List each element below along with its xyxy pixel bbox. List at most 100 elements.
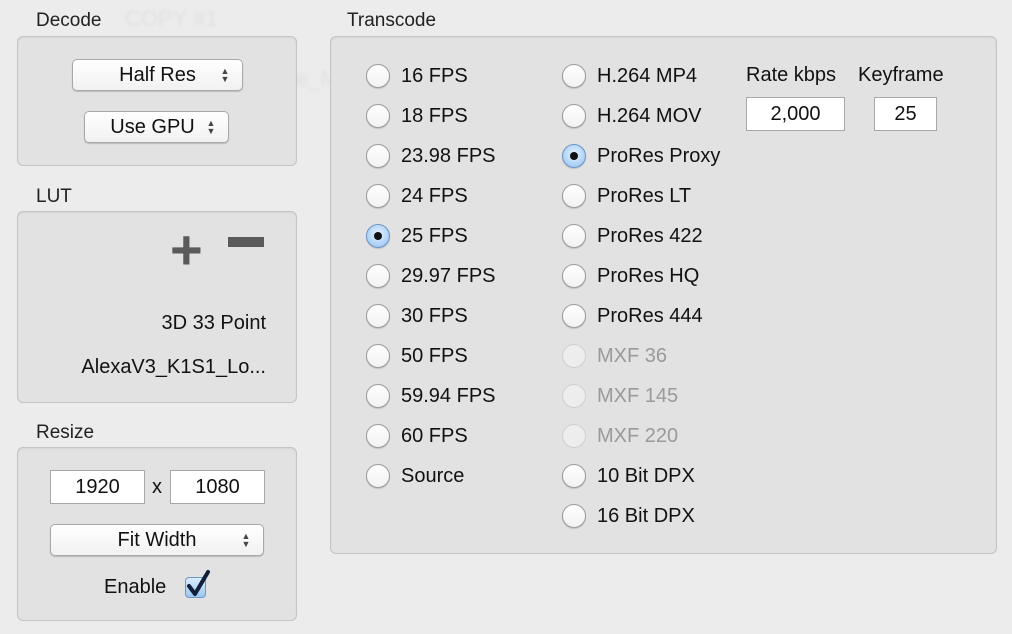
checkmark-icon xyxy=(187,570,210,596)
decode-group: Half Res ▲ ▼ Use GPU ▲ ▼ xyxy=(17,36,297,166)
enable-checkbox[interactable] xyxy=(185,570,210,598)
radio-icon[interactable] xyxy=(562,104,586,128)
radio-icon xyxy=(562,384,586,408)
fit-mode-select[interactable]: Fit Width ▲ ▼ xyxy=(50,524,264,556)
codec-option[interactable]: 10 Bit DPX xyxy=(562,461,695,491)
remove-lut-button[interactable] xyxy=(228,237,264,247)
radio-icon[interactable] xyxy=(366,304,390,328)
codec-option[interactable]: ProRes 444 xyxy=(562,301,703,331)
codec-option[interactable]: ProRes 422 xyxy=(562,221,703,251)
radio-icon[interactable] xyxy=(366,64,390,88)
lut-group: + 3D 33 Point AlexaV3_K1S1_Lo... xyxy=(17,211,297,403)
radio-icon[interactable] xyxy=(366,104,390,128)
radio-icon xyxy=(562,344,586,368)
up-down-arrows-icon: ▲ ▼ xyxy=(220,66,230,84)
frame-rate-option[interactable]: 59.94 FPS xyxy=(366,381,496,411)
codec-label: ProRes HQ xyxy=(597,264,700,287)
codec-option[interactable]: ProRes LT xyxy=(562,181,691,211)
frame-rate-option[interactable]: 60 FPS xyxy=(366,421,468,451)
radio-icon[interactable] xyxy=(562,184,586,208)
rate-kbps-label: Rate kbps xyxy=(746,64,837,86)
decode-title: Decode xyxy=(36,10,102,31)
codec-option[interactable]: H.264 MP4 xyxy=(562,61,697,91)
radio-selected-icon[interactable] xyxy=(562,144,586,168)
codec-label: 16 Bit DPX xyxy=(597,504,695,527)
codec-label: ProRes 444 xyxy=(597,304,703,327)
codec-label: ProRes Proxy xyxy=(597,144,721,167)
resize-group: 1920 x 1080 Fit Width ▲ ▼ Enable xyxy=(17,447,297,621)
radio-selected-icon[interactable] xyxy=(366,224,390,248)
resolution-select[interactable]: Half Res ▲ ▼ xyxy=(72,59,243,91)
codec-option: MXF 220 xyxy=(562,421,678,451)
frame-rate-label: 29.97 FPS xyxy=(401,264,496,287)
codec-option[interactable]: ProRes Proxy xyxy=(562,141,720,171)
frame-rate-label: 59.94 FPS xyxy=(401,384,496,407)
radio-icon[interactable] xyxy=(366,264,390,288)
radio-icon[interactable] xyxy=(562,304,586,328)
enable-label: Enable xyxy=(104,576,167,598)
processor-select-value: Use GPU xyxy=(110,115,195,138)
fit-mode-select-value: Fit Width xyxy=(117,528,197,551)
lut-name-label: AlexaV3_K1S1_Lo... xyxy=(81,356,266,378)
codec-label: ProRes LT xyxy=(597,184,692,207)
keyframe-label: Keyframe xyxy=(858,64,944,86)
radio-icon[interactable] xyxy=(562,504,586,528)
radio-icon[interactable] xyxy=(562,64,586,88)
codec-option: MXF 145 xyxy=(562,381,678,411)
codec-label: MXF 145 xyxy=(597,384,679,407)
transcode-group: 16 FPS 18 FPS 23.98 FPS 24 FPS 25 FPS 29.97 F… xyxy=(330,36,997,554)
radio-icon[interactable] xyxy=(562,224,586,248)
transcode-title: Transcode xyxy=(347,10,437,31)
frame-rate-label: Source xyxy=(401,464,465,487)
lut-type-label: 3D 33 Point xyxy=(161,312,266,334)
frame-rate-label: 30 FPS xyxy=(401,304,468,327)
codec-option[interactable]: 16 Bit DPX xyxy=(562,501,695,531)
frame-rate-label: 25 FPS xyxy=(401,224,468,247)
radio-icon[interactable] xyxy=(562,464,586,488)
codec-option[interactable]: ProRes HQ xyxy=(562,261,699,291)
codec-label: MXF 36 xyxy=(597,344,668,367)
radio-icon[interactable] xyxy=(562,264,586,288)
keyframe-input[interactable]: 25 xyxy=(874,97,937,131)
frame-rate-option[interactable]: 25 FPS xyxy=(366,221,468,251)
frame-rate-option[interactable]: 24 FPS xyxy=(366,181,468,211)
frame-rate-label: 50 FPS xyxy=(401,344,468,367)
radio-icon xyxy=(562,424,586,448)
resize-separator: x xyxy=(152,476,162,498)
frame-rate-label: 16 FPS xyxy=(401,64,468,87)
radio-icon[interactable] xyxy=(366,144,390,168)
radio-icon[interactable] xyxy=(366,464,390,488)
rate-kbps-input[interactable]: 2,000 xyxy=(746,97,845,131)
frame-rate-option[interactable]: 29.97 FPS xyxy=(366,261,496,291)
frame-rate-option[interactable]: 18 FPS xyxy=(366,101,468,131)
codec-option[interactable]: H.264 MOV xyxy=(562,101,701,131)
radio-icon[interactable] xyxy=(366,424,390,448)
codec-label: ProRes 422 xyxy=(597,224,703,247)
frame-rate-option[interactable]: 30 FPS xyxy=(366,301,468,331)
frame-rate-label: 60 FPS xyxy=(401,424,468,447)
frame-rate-option[interactable]: 16 FPS xyxy=(366,61,468,91)
radio-icon[interactable] xyxy=(366,344,390,368)
processor-select[interactable]: Use GPU ▲ ▼ xyxy=(84,111,229,143)
codec-label: MXF 220 xyxy=(597,424,679,447)
codec-option: MXF 36 xyxy=(562,341,667,371)
add-lut-button[interactable]: + xyxy=(170,220,203,280)
frame-rate-label: 23.98 FPS xyxy=(401,144,496,167)
lut-title: LUT xyxy=(36,186,72,207)
frame-rate-option[interactable]: 23.98 FPS xyxy=(366,141,496,171)
codec-label: H.264 MP4 xyxy=(597,64,698,87)
radio-icon[interactable] xyxy=(366,184,390,208)
codec-label: 10 Bit DPX xyxy=(597,464,695,487)
up-down-arrows-icon: ▲ ▼ xyxy=(241,531,251,549)
frame-rate-option[interactable]: 50 FPS xyxy=(366,341,468,371)
resize-width-input[interactable]: 1920 xyxy=(50,470,145,504)
frame-rate-option[interactable]: Source xyxy=(366,461,464,491)
resize-height-input[interactable]: 1080 xyxy=(170,470,265,504)
frame-rate-label: 18 FPS xyxy=(401,104,468,127)
resolution-select-value: Half Res xyxy=(119,63,196,86)
frame-rate-label: 24 FPS xyxy=(401,184,468,207)
resize-title: Resize xyxy=(36,422,95,443)
up-down-arrows-icon: ▲ ▼ xyxy=(206,118,216,136)
radio-icon[interactable] xyxy=(366,384,390,408)
background-ghost-text: COPY #1 xyxy=(125,6,218,31)
